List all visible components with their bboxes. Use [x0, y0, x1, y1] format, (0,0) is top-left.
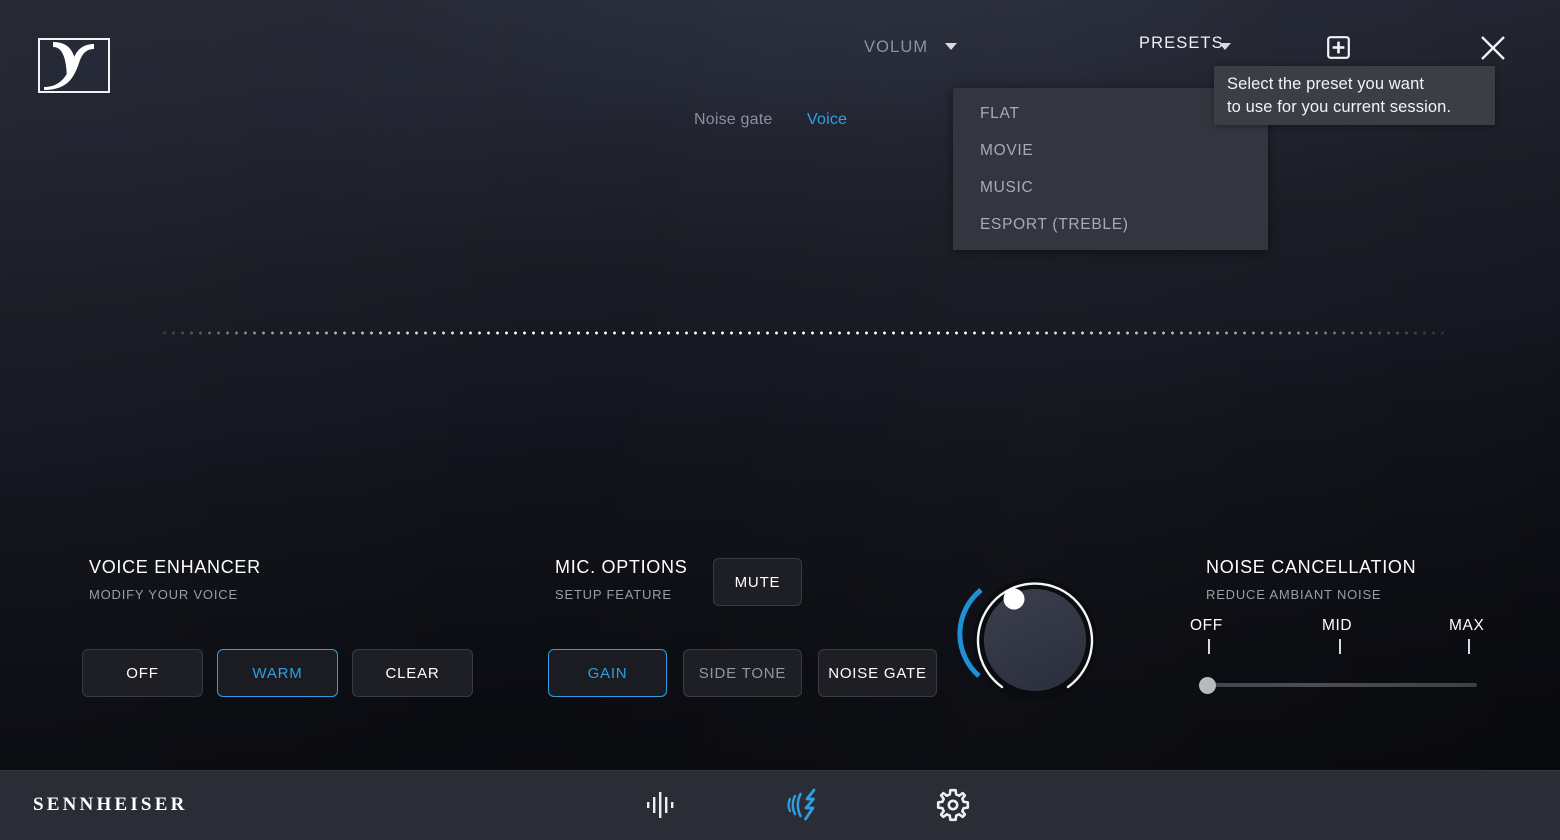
chevron-down-icon[interactable] [945, 43, 957, 50]
voice-enhancer-option-warm[interactable]: WARM [217, 649, 338, 697]
noise-cancellation-subtitle: REDUCE AMBIANT NOISE [1206, 587, 1382, 602]
nc-scale-label-mid: MID [1322, 617, 1353, 634]
noise-cancellation-title: NOISE CANCELLATION [1206, 557, 1417, 577]
presets-tooltip: Select the preset you want to use for yo… [1214, 66, 1495, 125]
voice-enhancer-option-clear[interactable]: CLEAR [352, 649, 473, 697]
presets-menu[interactable]: PRESETS [1139, 34, 1224, 53]
preset-option-flat[interactable]: FLAT [980, 105, 1020, 123]
nc-tick-mid [1339, 639, 1341, 654]
close-icon[interactable] [1480, 35, 1506, 61]
voice-waves-icon[interactable] [784, 784, 826, 826]
mic-options-title: MIC. OPTIONS [555, 557, 688, 577]
voice-enhancer-subtitle: MODIFY YOUR VOICE [89, 587, 238, 602]
volume-menu-label: VOLUME [864, 37, 926, 56]
sennheiser-logo-icon [38, 38, 110, 93]
volume-menu[interactable]: VOLUME [864, 34, 926, 60]
eq-dotted-line [160, 330, 1450, 336]
mute-button[interactable]: MUTE [713, 558, 802, 606]
sennheiser-wordmark: SENNHEISER [33, 794, 188, 815]
nc-scale-label-max: MAX [1449, 617, 1485, 634]
tab-voice[interactable]: Voice [807, 111, 847, 129]
tab-noise-gate[interactable]: Noise gate [694, 111, 773, 129]
noise-cancellation-slider-track[interactable] [1202, 683, 1477, 687]
tooltip-line-2: to use for you current session. [1227, 98, 1452, 116]
noise-cancellation-slider-handle[interactable] [1199, 677, 1216, 694]
preset-option-movie[interactable]: MOVIE [980, 142, 1033, 160]
sennheiser-gsx-app-window: VOLUME PRESETS FLAT MOVIE MUSIC ESPORT (… [0, 0, 1560, 840]
equalizer-icon[interactable] [640, 784, 682, 826]
mic-option-noise-gate[interactable]: NOISE GATE [818, 649, 937, 697]
chevron-down-icon[interactable] [1219, 43, 1231, 50]
presets-menu-label: PRESETS [1139, 34, 1224, 52]
volume-knob[interactable] [955, 560, 1115, 720]
mic-option-side-tone[interactable]: SIDE TONE [683, 649, 802, 697]
add-box-icon[interactable] [1327, 36, 1350, 59]
nc-tick-max [1468, 639, 1470, 654]
mic-options-subtitle: SETUP FEATURE [555, 587, 672, 602]
preset-option-music[interactable]: MUSIC [980, 179, 1033, 197]
gear-icon[interactable] [932, 784, 974, 826]
nc-scale-label-off: OFF [1190, 617, 1223, 634]
preset-option-esport[interactable]: ESPORT (TREBLE) [980, 216, 1129, 234]
nc-tick-off [1208, 639, 1210, 654]
tooltip-line-1: Select the preset you want [1227, 75, 1425, 93]
bottom-bar [0, 770, 1560, 840]
voice-enhancer-option-off[interactable]: OFF [82, 649, 203, 697]
voice-enhancer-title: VOICE ENHANCER [89, 557, 261, 577]
mic-option-gain[interactable]: GAIN [548, 649, 667, 697]
